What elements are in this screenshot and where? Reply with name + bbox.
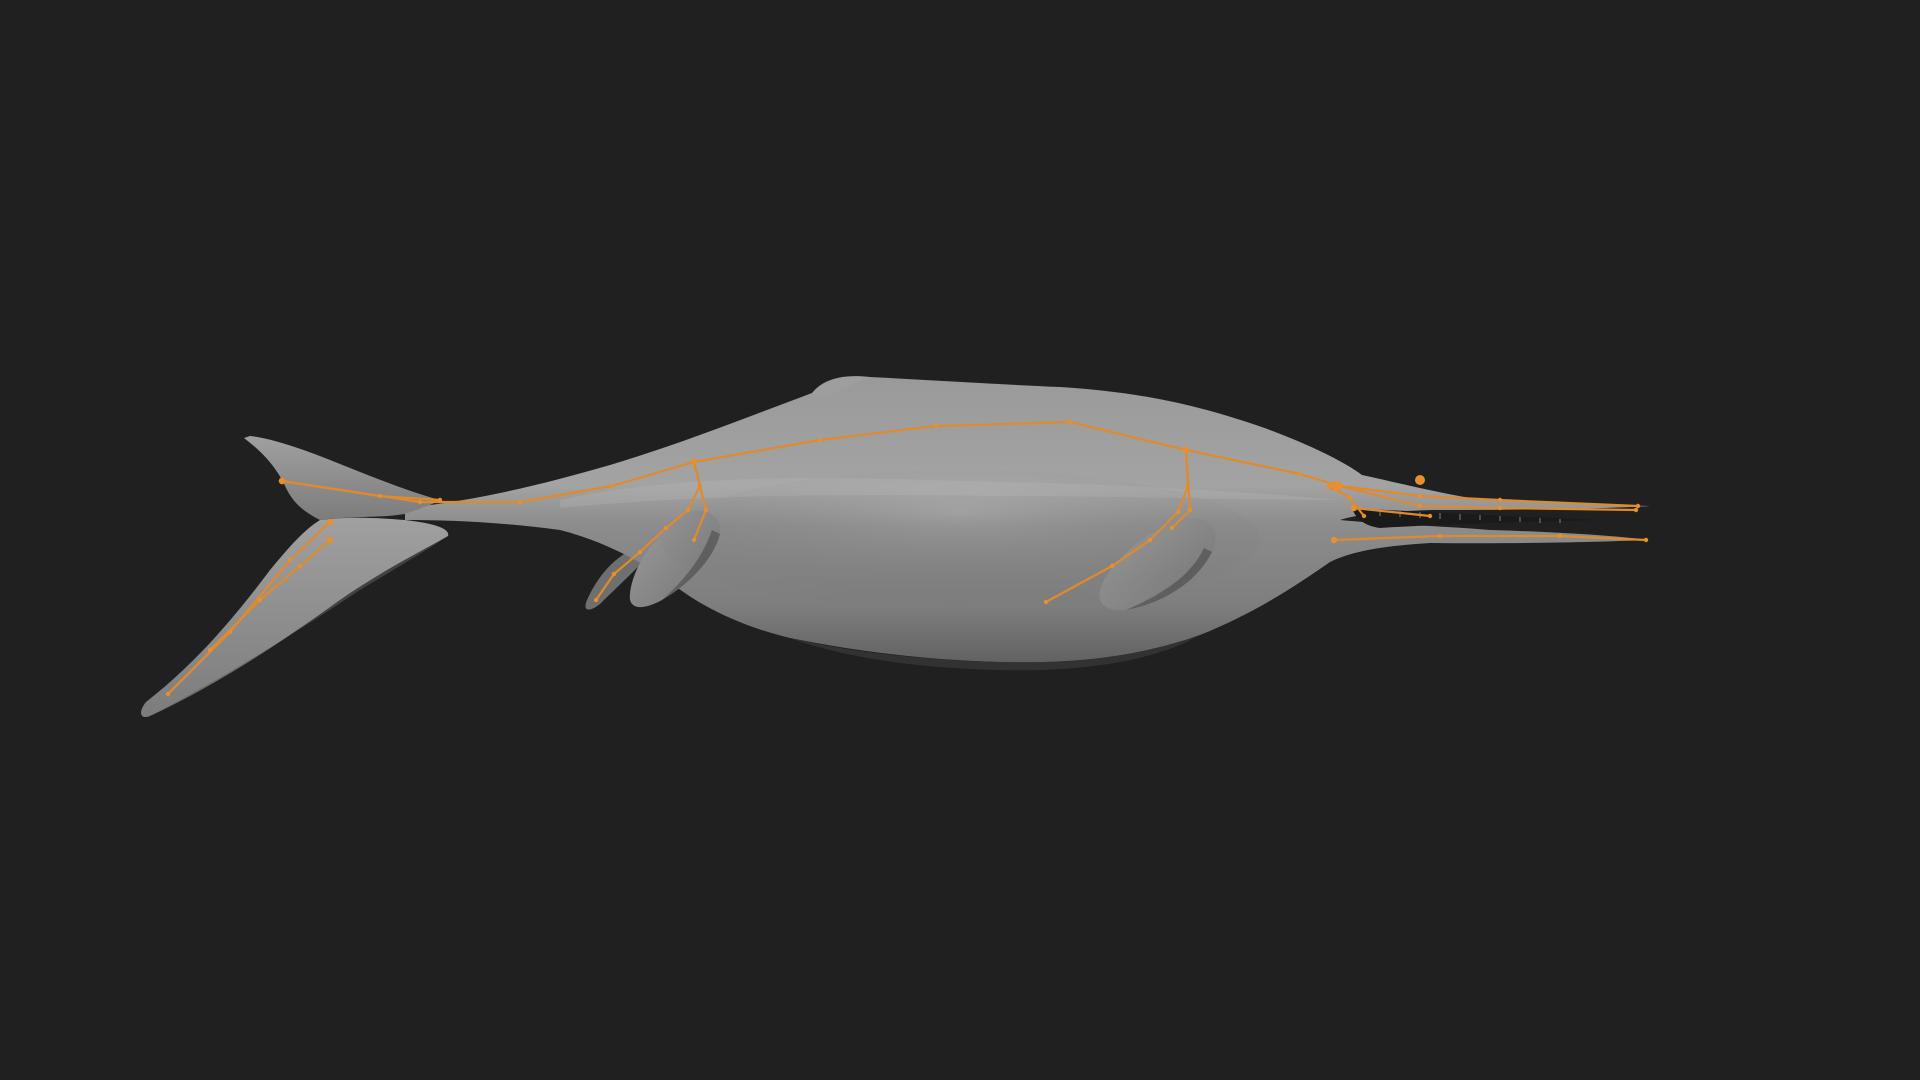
bone-joint[interactable] <box>417 499 423 505</box>
bone-joint[interactable] <box>637 549 643 555</box>
bone-joint[interactable] <box>1643 537 1649 543</box>
bone-joint[interactable] <box>1147 537 1153 543</box>
bone-joint[interactable] <box>609 483 615 489</box>
bone-joint[interactable] <box>287 557 293 563</box>
bone-joint[interactable] <box>1417 503 1423 509</box>
bone-joint[interactable] <box>326 518 334 526</box>
bone-joint[interactable] <box>663 525 669 531</box>
bone-joint[interactable] <box>1043 599 1049 605</box>
head-bone-marker[interactable] <box>1415 475 1425 485</box>
ichthyosaur-mesh[interactable] <box>141 376 1650 718</box>
bone-joint[interactable] <box>1175 509 1181 515</box>
bone-joint[interactable] <box>1297 471 1303 477</box>
viewport-scene[interactable] <box>0 0 1920 1080</box>
bone-joint[interactable] <box>1169 525 1175 531</box>
bone-joint[interactable] <box>517 499 523 505</box>
bone-joint[interactable] <box>377 493 383 499</box>
bone-joint[interactable] <box>1633 507 1639 513</box>
bone-joint[interactable] <box>165 691 171 697</box>
bone-joint[interactable] <box>1497 505 1503 511</box>
tail-fluke-lower[interactable] <box>141 517 449 718</box>
neck-bone-marker[interactable] <box>1331 481 1341 491</box>
bone-joint[interactable] <box>1635 503 1641 509</box>
bone-joint[interactable] <box>297 563 303 569</box>
belly-gloss <box>660 470 1260 610</box>
bone-joint[interactable] <box>703 507 709 513</box>
bone-joint[interactable] <box>207 647 213 653</box>
3d-viewport[interactable] <box>0 0 1920 1080</box>
bone-joint[interactable] <box>1187 507 1193 513</box>
bone-joint[interactable] <box>691 537 697 543</box>
bone-joint[interactable] <box>1417 493 1423 499</box>
bone-joint[interactable] <box>1497 497 1503 503</box>
bone-joint[interactable] <box>611 571 617 577</box>
bone-joint[interactable] <box>1067 419 1073 425</box>
bone-joint[interactable] <box>1437 533 1443 539</box>
bone-joint[interactable] <box>1347 495 1353 501</box>
bone-joint[interactable] <box>1109 563 1115 569</box>
tail-fluke-upper[interactable] <box>244 436 440 520</box>
bone-joint[interactable] <box>933 423 939 429</box>
bone-joint[interactable] <box>1330 536 1338 544</box>
bone-joint[interactable] <box>1427 513 1433 519</box>
bone-joint[interactable] <box>690 458 698 466</box>
bone-joint[interactable] <box>685 507 691 513</box>
bone-joint[interactable] <box>1182 446 1190 454</box>
bone-joint[interactable] <box>257 597 263 603</box>
bone-joint[interactable] <box>326 536 334 544</box>
bone-joint[interactable] <box>1361 513 1367 519</box>
bone-joint[interactable] <box>817 437 823 443</box>
bone-joint[interactable] <box>1557 533 1563 539</box>
bone-joint[interactable] <box>437 497 443 503</box>
bone-joint[interactable] <box>278 477 286 485</box>
bone-joint[interactable] <box>593 597 599 603</box>
